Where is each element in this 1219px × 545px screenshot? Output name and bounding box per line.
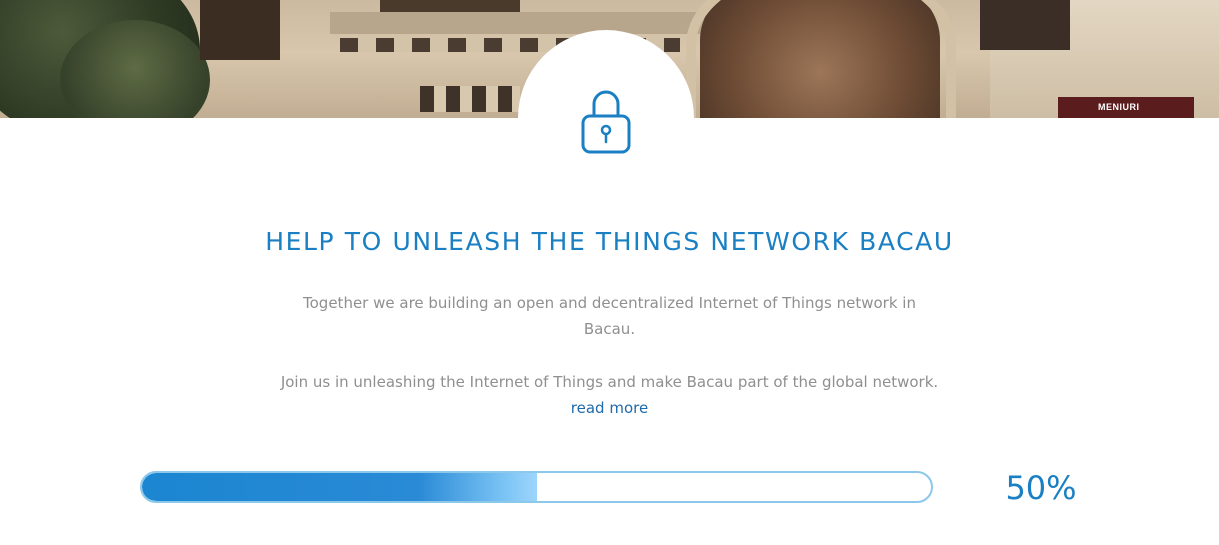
join-paragraph: Join us in unleashing the Internet of Th… xyxy=(280,373,939,391)
hero-arch xyxy=(686,0,956,118)
hero-building-shadow xyxy=(200,0,280,60)
lock-icon xyxy=(581,90,631,154)
hero-billboard: MENIURI McDOUBLE 11 xyxy=(1058,97,1194,118)
read-more-link[interactable]: read more xyxy=(0,396,1219,420)
progress-fill xyxy=(142,473,537,501)
progress-percent: 50% xyxy=(1005,469,1077,507)
intro-paragraph: Together we are building an open and dec… xyxy=(303,294,916,338)
page: MENIURI McDOUBLE 11 HELP TO UNLEASH THE … xyxy=(0,0,1219,545)
hero-windows-2 xyxy=(420,86,520,112)
hero-building-shadow-3 xyxy=(980,0,1070,50)
page-title: HELP TO UNLEASH THE THINGS NETWORK BACAU xyxy=(265,227,954,256)
hero-building-roof xyxy=(330,12,740,34)
progress-bar xyxy=(140,471,933,503)
